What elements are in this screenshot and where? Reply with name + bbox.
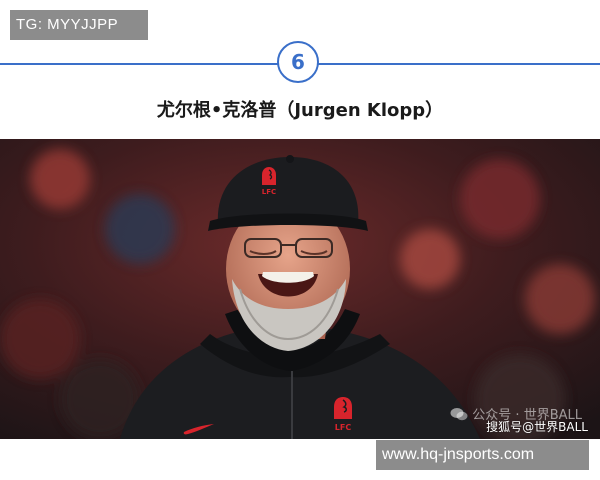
klopp-photo: LFC LFC 公众号 · 世界BALL 搜狐号@世界BALL bbox=[0, 139, 600, 439]
sohu-watermark: 搜狐号@世界BALL bbox=[486, 420, 588, 434]
lfc-jacket-badge: LFC bbox=[334, 397, 352, 432]
wechat-icon bbox=[450, 407, 468, 420]
person-name-title: 尤尔根•克洛普（Jurgen Klopp） bbox=[156, 100, 444, 121]
cap-badge-text: LFC bbox=[262, 188, 276, 196]
section-number: 6 bbox=[277, 41, 319, 83]
swoosh-logo-icon bbox=[183, 424, 214, 435]
jacket-badge-text: LFC bbox=[335, 423, 352, 432]
article-page: TG: MYYJJPP 6 尤尔根•克洛普（Jurgen Klopp） LFC … bbox=[0, 0, 600, 480]
site-url-label: www.hq-jnsports.com bbox=[376, 440, 589, 470]
tg-label: TG: MYYJJPP bbox=[10, 10, 148, 40]
lfc-cap-badge: LFC bbox=[262, 167, 276, 196]
